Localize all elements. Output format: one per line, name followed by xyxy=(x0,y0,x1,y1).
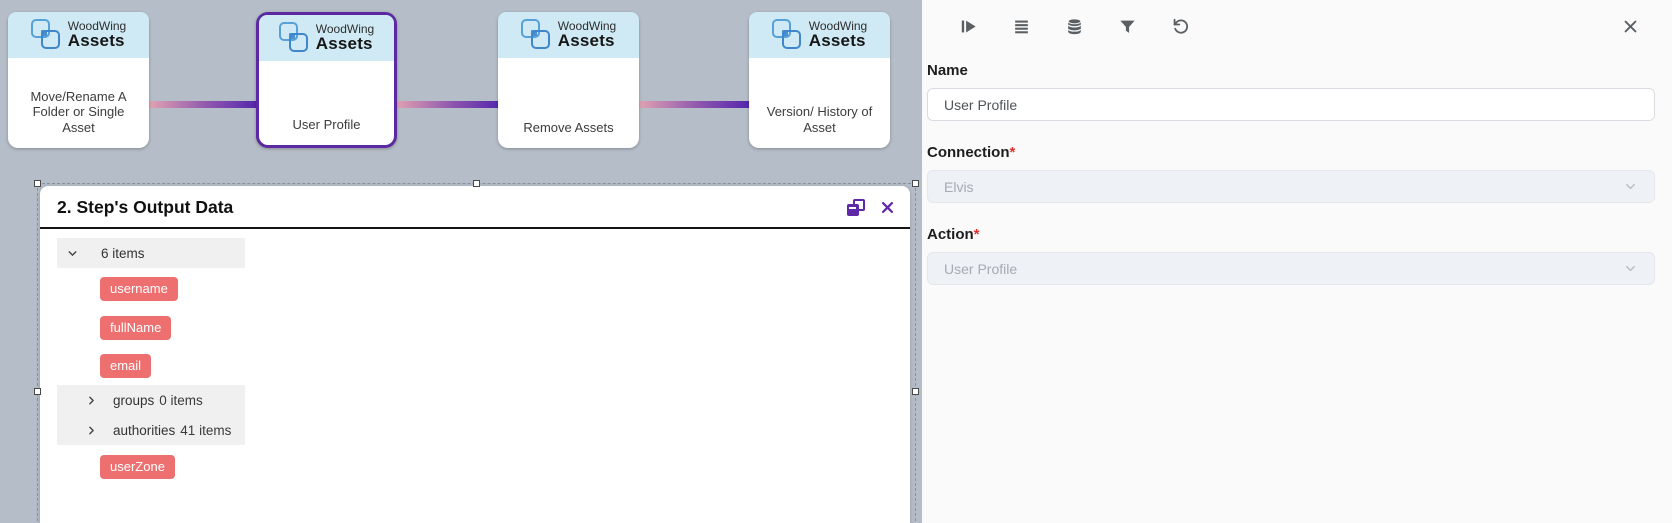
undo-icon[interactable] xyxy=(1171,17,1190,36)
workflow-canvas[interactable]: WoodWing Assets Move/Rename A Folder or … xyxy=(0,0,922,523)
woodwing-assets-logo-icon xyxy=(279,22,309,54)
workflow-node-move-rename[interactable]: WoodWing Assets Move/Rename A Folder or … xyxy=(8,12,149,148)
chevron-down-icon xyxy=(1623,261,1638,276)
run-step-icon[interactable] xyxy=(959,17,978,36)
workflow-node-remove-assets[interactable]: WoodWing Assets Remove Assets xyxy=(498,12,639,148)
tree-row-label: 6 items xyxy=(101,246,145,261)
workflow-node-user-profile[interactable]: WoodWing Assets User Profile xyxy=(256,12,397,148)
resize-handle-top-middle[interactable] xyxy=(473,180,480,187)
node-label: User Profile xyxy=(259,117,394,145)
data-field-badge[interactable]: userZone xyxy=(100,455,175,479)
tree-row-count: 0 items xyxy=(159,393,203,408)
tree-row-authorities[interactable]: authorities 41 items xyxy=(57,415,245,445)
node-header: WoodWing Assets xyxy=(498,12,639,58)
field-label-text: Connection xyxy=(927,144,1010,161)
connection-field-label: Connection* xyxy=(927,144,1655,161)
tree-row-label: authorities xyxy=(113,423,175,438)
copy-icon[interactable] xyxy=(847,199,865,216)
action-select-value: User Profile xyxy=(944,261,1623,277)
action-select[interactable]: User Profile xyxy=(927,252,1655,285)
step-output-data-panel[interactable]: 2. Step's Output Data 6 items username xyxy=(40,186,910,523)
node-connector xyxy=(148,101,258,108)
node-header: WoodWing Assets xyxy=(259,15,394,61)
product-name: Assets xyxy=(68,32,126,49)
action-field-label: Action* xyxy=(927,226,1655,243)
chevron-right-icon xyxy=(85,424,98,437)
product-name: Assets xyxy=(809,32,867,49)
required-asterisk: * xyxy=(1010,144,1016,161)
inspector-toolbar xyxy=(922,17,1190,36)
node-label: Remove Assets xyxy=(498,120,639,148)
tree-row-label: groups xyxy=(113,393,154,408)
field-label-text: Name xyxy=(927,62,968,79)
node-header: WoodWing Assets xyxy=(8,12,149,58)
tree-row-count: 41 items xyxy=(180,423,231,438)
filter-icon[interactable] xyxy=(1118,17,1137,36)
log-list-icon[interactable] xyxy=(1012,17,1031,36)
resize-handle-middle-left[interactable] xyxy=(34,388,41,395)
close-icon[interactable] xyxy=(1622,18,1639,35)
data-field-badge[interactable]: username xyxy=(100,277,178,301)
connection-select-value: Elvis xyxy=(944,179,1623,195)
inspector-form: Name Connection* Elvis Action* User Prof… xyxy=(927,62,1655,285)
node-header: WoodWing Assets xyxy=(749,12,890,58)
field-label-text: Action xyxy=(927,226,974,243)
chevron-down-icon xyxy=(1623,179,1638,194)
name-field-label: Name xyxy=(927,62,1655,79)
chevron-right-icon xyxy=(85,394,98,407)
woodwing-assets-logo-icon xyxy=(31,19,61,51)
node-connector xyxy=(638,101,749,108)
required-asterisk: * xyxy=(974,226,980,243)
data-field-badge[interactable]: email xyxy=(100,354,151,378)
product-name: Assets xyxy=(558,32,616,49)
output-data-tree: 6 items username fullName email groups 0… xyxy=(40,229,910,479)
woodwing-assets-logo-icon xyxy=(772,19,802,51)
node-label: Move/Rename A Folder or Single Asset xyxy=(8,89,149,148)
resize-handle-middle-right[interactable] xyxy=(912,388,919,395)
data-field-badge[interactable]: fullName xyxy=(100,316,171,340)
connection-select[interactable]: Elvis xyxy=(927,170,1655,203)
woodwing-assets-logo-icon xyxy=(521,19,551,51)
tree-row-root[interactable]: 6 items xyxy=(57,238,245,268)
database-icon[interactable] xyxy=(1065,17,1084,36)
workflow-node-version-history[interactable]: WoodWing Assets Version/ History of Asse… xyxy=(749,12,890,148)
tree-row-groups[interactable]: groups 0 items xyxy=(57,385,245,415)
node-connector xyxy=(395,101,500,108)
node-label: Version/ History of Asset xyxy=(749,104,890,148)
step-inspector-panel: Name Connection* Elvis Action* User Prof… xyxy=(922,0,1672,523)
resize-handle-top-left[interactable] xyxy=(34,180,41,187)
panel-title: 2. Step's Output Data xyxy=(57,197,847,218)
close-icon[interactable] xyxy=(880,200,895,215)
chevron-down-icon xyxy=(66,247,79,260)
resize-handle-top-right[interactable] xyxy=(912,180,919,187)
product-name: Assets xyxy=(316,35,374,52)
name-input[interactable] xyxy=(927,88,1655,121)
